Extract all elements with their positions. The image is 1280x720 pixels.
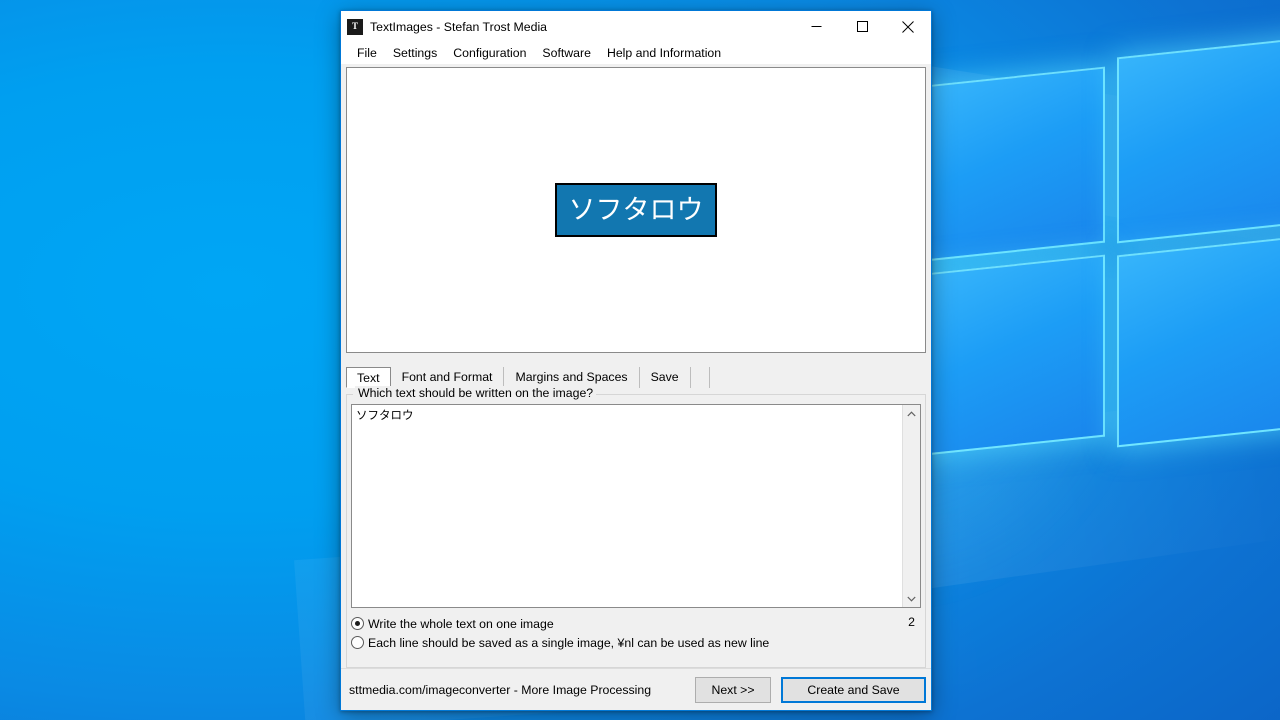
app-icon: [347, 18, 363, 35]
tab-margins-and-spaces[interactable]: Margins and Spaces: [504, 367, 640, 388]
tab-font-and-format[interactable]: Font and Format: [391, 367, 505, 388]
windows-logo-icon: [905, 0, 1280, 593]
text-options-groupbox: Which text should be written on the imag…: [346, 386, 926, 668]
radio-button-icon: [351, 636, 364, 649]
footer-button-group: Next >> Create and Save: [695, 676, 926, 703]
menu-item-configuration[interactable]: Configuration: [445, 42, 534, 64]
next-button[interactable]: Next >>: [695, 676, 771, 703]
window-title: TextImages - Stefan Trost Media: [370, 19, 548, 34]
minimize-button[interactable]: [793, 11, 839, 42]
status-bar-link[interactable]: sttmedia.com/imageconverter - More Image…: [349, 683, 651, 697]
tab-text[interactable]: Text: [346, 367, 391, 388]
windows-logo-pane: [1117, 234, 1280, 448]
groupbox-caption: Which text should be written on the imag…: [355, 386, 597, 400]
maximize-button[interactable]: [839, 11, 885, 42]
menu-item-file[interactable]: File: [349, 42, 385, 64]
menu-bar: File Settings Configuration Software Hel…: [341, 42, 931, 64]
image-preview-panel[interactable]: ソフタロウ: [346, 67, 926, 353]
text-input-value[interactable]: ソフタロウ: [352, 405, 902, 607]
application-window: TextImages - Stefan Trost Media File: [340, 10, 932, 711]
scroll-down-button[interactable]: [903, 590, 920, 607]
title-bar[interactable]: TextImages - Stefan Trost Media: [341, 11, 931, 42]
window-controls: [793, 11, 931, 42]
window-body: ソフタロウ Text Font and Format Margins and S…: [341, 64, 931, 668]
tab-strip: Text Font and Format Margins and Spaces …: [346, 367, 926, 388]
text-input-area[interactable]: ソフタロウ: [351, 404, 921, 608]
scrollbar-track[interactable]: [903, 422, 920, 590]
menu-item-settings[interactable]: Settings: [385, 42, 445, 64]
preview-image-text: ソフタロウ: [568, 194, 704, 226]
close-icon: [902, 20, 914, 33]
tab-save[interactable]: Save: [640, 367, 691, 388]
minimize-icon: [811, 26, 821, 27]
windows-logo-pane: [925, 66, 1105, 262]
radio-each-line-single-image[interactable]: Each line should be saved as a single im…: [351, 633, 921, 652]
windows-logo-pane: [1117, 36, 1280, 244]
windows-logo-pane: [925, 254, 1105, 456]
menu-item-help-and-information[interactable]: Help and Information: [599, 42, 729, 64]
radio-label-write-whole-text: Write the whole text on one image: [368, 616, 554, 631]
textarea-scrollbar[interactable]: [902, 405, 920, 607]
chevron-up-icon: [907, 410, 916, 416]
radio-label-each-line-single-image: Each line should be saved as a single im…: [368, 635, 770, 650]
tab-strip-filler: [691, 367, 710, 388]
status-bar: sttmedia.com/imageconverter - More Image…: [341, 668, 931, 710]
close-button[interactable]: [885, 11, 931, 42]
line-count-value: 2: [908, 615, 915, 629]
output-mode-options: Write the whole text on one image Each l…: [351, 614, 921, 652]
radio-button-icon: [351, 617, 364, 630]
scroll-up-button[interactable]: [903, 405, 920, 422]
chevron-down-icon: [907, 596, 916, 602]
radio-write-whole-text[interactable]: Write the whole text on one image: [351, 614, 921, 633]
create-and-save-button[interactable]: Create and Save: [781, 676, 926, 703]
generated-image-preview: ソフタロウ: [555, 183, 717, 237]
maximize-icon: [856, 21, 868, 32]
menu-item-software[interactable]: Software: [534, 42, 599, 64]
